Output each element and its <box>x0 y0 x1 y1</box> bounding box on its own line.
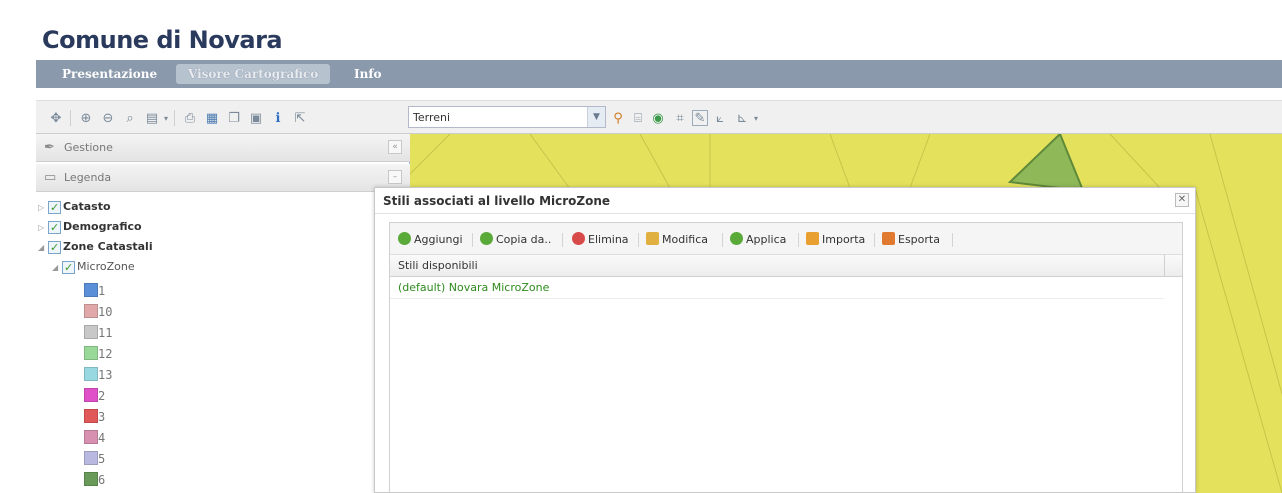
swatch-icon <box>84 304 98 318</box>
minimize-icon[interactable]: – <box>388 170 402 184</box>
swatch-icon <box>84 430 98 444</box>
zoom-out-icon[interactable]: ⊖ <box>100 110 116 126</box>
grid-header[interactable]: Stili disponibili <box>390 255 1182 277</box>
add-icon <box>398 232 411 245</box>
checkbox[interactable] <box>48 198 61 218</box>
copy-icon <box>480 232 493 245</box>
import-icon <box>806 232 819 245</box>
query-icon[interactable]: ⌸ <box>630 110 646 126</box>
legenda-header[interactable]: ▭ Legenda – <box>36 164 410 192</box>
checkbox[interactable] <box>48 218 61 238</box>
tools-icon: ✒ <box>44 140 55 155</box>
layer-select-input[interactable] <box>409 107 579 127</box>
dialog-body: Aggiungi Copia da.. Elimina Modifica App… <box>389 222 1183 493</box>
copia-button[interactable]: Copia da.. <box>480 231 551 249</box>
legend-item: 5 <box>84 451 105 470</box>
pan-icon[interactable]: ✥ <box>48 110 64 126</box>
legend-item: 3 <box>84 409 105 428</box>
aggiungi-button[interactable]: Aggiungi <box>398 231 463 249</box>
elimina-button[interactable]: Elimina <box>572 231 629 249</box>
legenda-label: Legenda <box>64 171 112 184</box>
table-row[interactable]: (default) Novara MicroZone <box>390 277 1164 299</box>
gestione-header[interactable]: ✒ Gestione « <box>36 134 410 162</box>
close-icon[interactable]: ✕ <box>1175 193 1189 207</box>
importa-button[interactable]: Importa <box>806 231 865 249</box>
legend-icon: ▭ <box>44 170 57 185</box>
pin-icon[interactable]: ⚲ <box>610 110 626 126</box>
dialog-header[interactable]: Stili associati al livello MicroZone ✕ <box>375 188 1195 214</box>
delete-icon <box>572 232 585 245</box>
swatch-icon <box>84 346 98 360</box>
legend-item: 12 <box>84 346 112 365</box>
tab-info[interactable]: Info <box>342 64 394 84</box>
applica-button[interactable]: Applica <box>730 231 786 249</box>
chevron-down-icon[interactable]: ▼ <box>587 107 605 127</box>
layer-select[interactable]: ▼ <box>408 106 606 128</box>
layers-panel: ✒ Gestione « ▭ Legenda – ▷Catasto ▷Demog… <box>36 134 410 493</box>
dialog-title: Stili associati al livello MicroZone <box>383 194 611 208</box>
swatch-icon <box>84 409 98 423</box>
export-icon <box>882 232 895 245</box>
legend-item: 13 <box>84 367 112 386</box>
check-icon <box>730 232 743 245</box>
expand-icon[interactable]: ▷ <box>38 218 48 238</box>
legend-item: 11 <box>84 325 112 344</box>
checkbox[interactable] <box>48 238 61 258</box>
main-nav: Presentazione Visore Cartografico Info <box>36 60 1282 88</box>
expand-icon[interactable]: ▷ <box>38 198 48 218</box>
swatch-icon <box>84 388 98 402</box>
info-icon[interactable]: ℹ <box>270 110 286 126</box>
site-title: Comune di Novara <box>42 26 283 54</box>
export-icon[interactable]: ▦ <box>204 110 220 126</box>
print-icon[interactable]: ⎙ <box>182 110 198 126</box>
swatch-icon <box>84 283 98 297</box>
legend-item: 6 <box>84 472 105 491</box>
site-header: Comune di Novara <box>36 0 1282 60</box>
swatch-icon <box>84 451 98 465</box>
esporta-button[interactable]: Esporta <box>882 231 940 249</box>
gestione-label: Gestione <box>64 141 113 154</box>
swatch-icon <box>84 325 98 339</box>
tab-visore-cartografico[interactable]: Visore Cartografico <box>176 64 331 84</box>
collapse-icon[interactable]: ◢ <box>38 238 48 258</box>
document-icon[interactable]: ▣ <box>248 110 264 126</box>
modifica-button[interactable]: Modifica <box>646 231 708 249</box>
swatch-icon <box>84 367 98 381</box>
tree-node-zone-catastali[interactable]: ◢Zone Catastali <box>38 237 153 258</box>
chevron-down-icon[interactable]: ▾ <box>158 110 174 126</box>
dialog-toolbar: Aggiungi Copia da.. Elimina Modifica App… <box>390 223 1182 255</box>
collapse-icon[interactable]: « <box>388 140 402 154</box>
draw-icon[interactable]: ⟀ <box>712 110 728 126</box>
zoom-in-icon[interactable]: ⊕ <box>78 110 94 126</box>
grid-icon[interactable]: ⌗ <box>672 110 688 126</box>
column-header: Stili disponibili <box>398 259 478 272</box>
edit-icon[interactable]: ✎ <box>692 110 708 126</box>
legend-item: 10 <box>84 304 112 323</box>
legend-item: 1 <box>84 283 105 302</box>
zoom-extent-icon[interactable]: ⌕ <box>122 110 138 126</box>
chevron-down-icon[interactable]: ▾ <box>748 110 764 126</box>
styles-dialog: Stili associati al livello MicroZone ✕ A… <box>374 187 1196 493</box>
map-toolbar: ✥ ⊕ ⊖ ⌕ ▤ ▾ ⎙ ▦ ❐ ▣ ℹ ⇱ ▼ ⚲ ⌸ ◉ ⌗ ✎ ⟀ ⊾ … <box>36 100 1282 134</box>
tree-node-demografico[interactable]: ▷Demografico <box>38 217 142 238</box>
legend-item: 2 <box>84 388 105 407</box>
select-icon[interactable]: ⇱ <box>292 110 308 126</box>
copy-icon[interactable]: ❐ <box>226 110 242 126</box>
swatch-icon <box>84 472 98 486</box>
collapse-icon[interactable]: ◢ <box>52 258 62 278</box>
logo-arc-icon <box>130 0 202 10</box>
checkbox[interactable] <box>62 258 75 278</box>
tab-presentazione[interactable]: Presentazione <box>50 64 169 84</box>
legend-item: 4 <box>84 430 105 449</box>
tree-node-microzone[interactable]: ◢MicroZone <box>52 257 135 278</box>
globe-icon[interactable]: ◉ <box>650 110 666 126</box>
edit-icon <box>646 232 659 245</box>
tree-node-catasto[interactable]: ▷Catasto <box>38 197 111 218</box>
